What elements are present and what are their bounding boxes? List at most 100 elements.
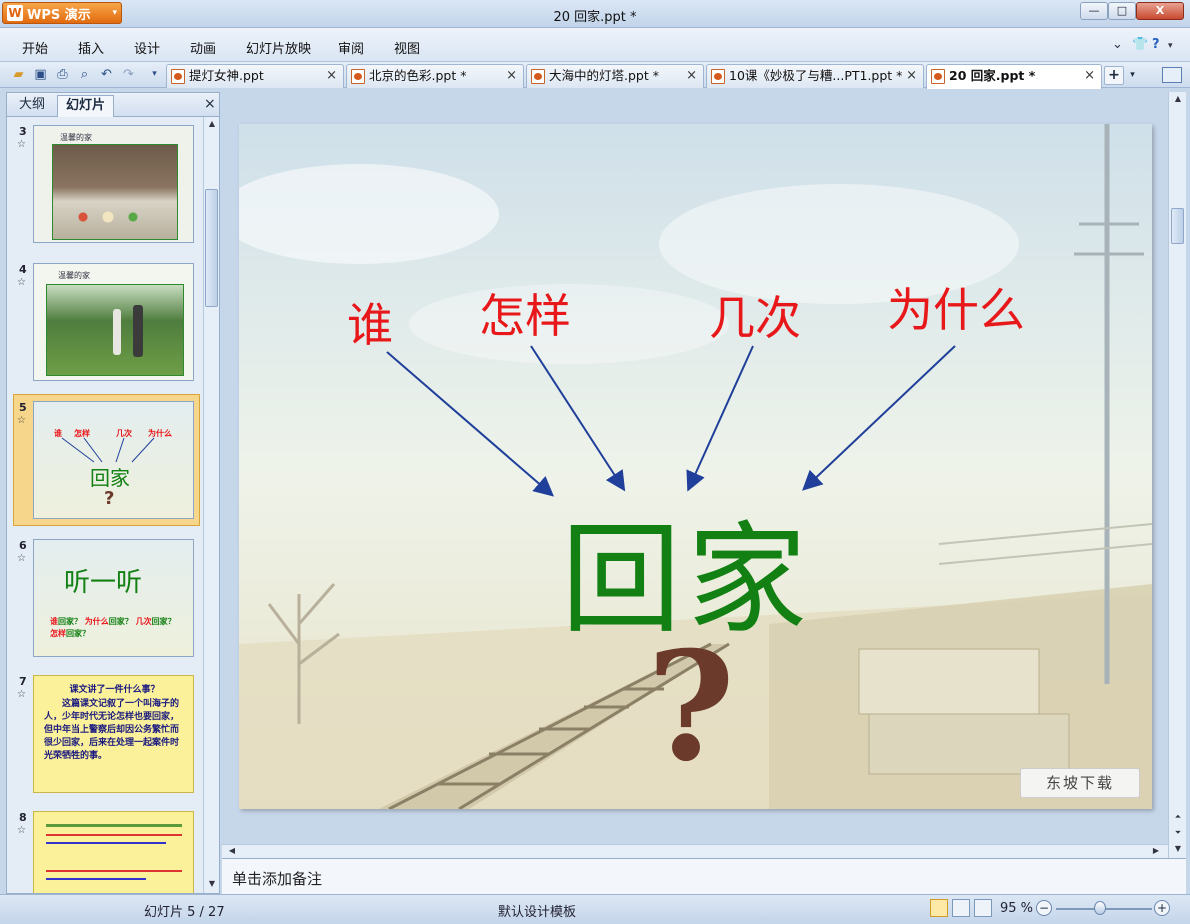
slide-number: 6: [19, 539, 27, 552]
thumb-heading-line: [46, 824, 182, 827]
menu-design[interactable]: 设计: [134, 38, 160, 57]
slide-number: 7: [19, 675, 27, 688]
scrollbar-thumb[interactable]: [205, 189, 218, 307]
tab-close-icon[interactable]: ×: [1084, 65, 1095, 87]
scroll-up-icon[interactable]: ▲: [1169, 94, 1187, 103]
dishes-image: [63, 207, 163, 227]
tab-document-4[interactable]: 10课《妙极了与糟...PT1.ppt * ×: [706, 64, 924, 88]
undo-icon[interactable]: ↶: [98, 66, 115, 83]
shirt-icon[interactable]: 👕: [1132, 37, 1148, 52]
window-title: 20 回家.ppt *: [553, 10, 637, 25]
editor-horizontal-scrollbar[interactable]: ◀ ▶: [222, 844, 1168, 858]
close-window-button[interactable]: X: [1136, 2, 1184, 20]
thumb-word: 谁: [50, 617, 58, 626]
menu-animation[interactable]: 动画: [190, 38, 216, 57]
help-icon[interactable]: ?: [1152, 37, 1160, 52]
slide-sorter-view-icon[interactable]: [952, 899, 970, 917]
slide-editor: 谁 怎样 几次 为什么 回家 ? 东坡下载: [222, 92, 1168, 844]
chevron-down-icon[interactable]: ⌄: [1112, 37, 1123, 52]
panel-tabs: 大纲 幻灯片 ×: [7, 93, 219, 117]
thumb-questions-line-2: 怎样回家？: [50, 628, 90, 639]
thumb-text-line: [46, 878, 146, 880]
tab-close-icon[interactable]: ×: [506, 65, 517, 87]
question-word-who[interactable]: 谁: [347, 289, 393, 355]
menu-home[interactable]: 开始: [22, 38, 48, 57]
tab-list-dropdown-icon[interactable]: ▾: [1126, 66, 1139, 85]
wps-app-menu-button[interactable]: W WPS 演示 ▾: [2, 2, 122, 24]
close-panel-icon[interactable]: ×: [204, 96, 216, 112]
normal-view-icon[interactable]: [930, 899, 948, 917]
thumb-text-line: [46, 842, 166, 844]
minimize-button[interactable]: —: [1080, 2, 1108, 20]
menu-insert[interactable]: 插入: [78, 38, 104, 57]
tab-close-icon[interactable]: ×: [906, 65, 917, 87]
scroll-left-icon[interactable]: ◀: [224, 846, 240, 855]
help-dropdown-icon[interactable]: ▾: [1168, 41, 1173, 51]
previous-slide-icon[interactable]: ⏶: [1169, 812, 1187, 822]
save-icon[interactable]: ▣: [32, 66, 49, 83]
zoom-slider-knob[interactable]: [1094, 901, 1106, 915]
thumb-body-text: 这篇课文记叙了一个叫海子的人，少年时代无论怎样也要回家，但中年当上警察后却因公务…: [44, 699, 180, 761]
question-word-why[interactable]: 为什么: [887, 274, 1025, 340]
thumb-questions-line-1: 谁回家？ 为什么回家？ 几次回家？: [50, 616, 176, 627]
design-template-name: 默认设计模板: [498, 905, 577, 920]
tab-close-icon[interactable]: ×: [686, 65, 697, 87]
menu-view[interactable]: 视图: [394, 38, 420, 57]
person-figure: [113, 309, 121, 355]
thumbnail-scrollbar[interactable]: ▲ ▼: [203, 117, 219, 893]
new-tab-button[interactable]: +: [1104, 66, 1124, 85]
tab-label: 10课《妙极了与糟...PT1.ppt *: [729, 68, 903, 83]
layout-toggle-icon[interactable]: [1162, 67, 1182, 83]
slide-thumbnail-6[interactable]: 听一听 谁回家？ 为什么回家？ 几次回家？ 怎样回家？: [33, 539, 194, 657]
transition-star-icon: ☆: [17, 415, 26, 426]
slide-number: 4: [19, 263, 27, 276]
maximize-button[interactable]: □: [1108, 2, 1136, 20]
tab-document-3[interactable]: 大海中的灯塔.ppt * ×: [526, 64, 704, 88]
slide-thumbnail-3[interactable]: 温馨的家: [33, 125, 194, 243]
thumb-word: 回家？: [151, 617, 176, 626]
thumb-word: 怎样: [50, 629, 66, 638]
ppt-file-icon: [711, 69, 725, 84]
question-mark-graphic[interactable]: ?: [647, 619, 735, 795]
notes-placeholder[interactable]: 单击添加备注: [232, 868, 322, 889]
thumb-word: 回家？: [66, 629, 90, 638]
scroll-up-icon[interactable]: ▲: [204, 119, 220, 128]
thumb-text-line: [46, 870, 182, 872]
notes-pane[interactable]: 单击添加备注: [222, 858, 1186, 894]
slide-thumbnail-4[interactable]: 温馨的家: [33, 263, 194, 381]
scroll-right-icon[interactable]: ▶: [1148, 846, 1164, 855]
tab-document-5-active[interactable]: 20 回家.ppt * ×: [926, 64, 1102, 89]
customize-icon[interactable]: ▾: [146, 66, 163, 83]
scrollbar-thumb[interactable]: [1171, 208, 1184, 244]
open-icon[interactable]: ▰: [10, 66, 27, 83]
transition-star-icon: ☆: [17, 277, 26, 288]
next-slide-icon[interactable]: ⏷: [1169, 828, 1187, 838]
redo-icon[interactable]: ↷: [120, 66, 137, 83]
slide-thumbnail-5[interactable]: 谁 怎样 几次 为什么 回家 ?: [33, 401, 194, 519]
question-word-how-many-times[interactable]: 几次: [709, 282, 801, 348]
question-word-how[interactable]: 怎样: [479, 280, 571, 346]
zoom-out-button[interactable]: −: [1036, 900, 1052, 916]
slide-thumbnail-list: 3 ☆ 温馨的家 4 ☆ 温馨的家 5 ☆ 谁 怎样 几次 为什么 回家 ? 6…: [7, 117, 203, 893]
status-bar: 幻灯片 5 / 27 默认设计模板 95 % − +: [0, 894, 1190, 924]
tab-outline[interactable]: 大纲: [11, 95, 53, 117]
tab-document-1[interactable]: 提灯女神.ppt ×: [166, 64, 344, 88]
slideshow-view-icon[interactable]: [974, 899, 992, 917]
slide-thumbnail-7[interactable]: 课文讲了一件什么事？ 这篇课文记叙了一个叫海子的人，少年时代无论怎样也要回家，但…: [33, 675, 194, 793]
scroll-down-icon[interactable]: ▼: [1169, 844, 1187, 853]
zoom-level: 95 %: [1000, 901, 1034, 916]
print-preview-icon[interactable]: ⌕: [76, 66, 93, 83]
slide-thumbnail-8[interactable]: [33, 811, 194, 893]
tab-slides[interactable]: 幻灯片: [57, 95, 115, 117]
menu-slideshow[interactable]: 幻灯片放映: [246, 38, 311, 57]
print-icon[interactable]: ⎙: [54, 66, 71, 83]
scroll-down-icon[interactable]: ▼: [204, 879, 220, 888]
tab-document-2[interactable]: 北京的色彩.ppt * ×: [346, 64, 524, 88]
thumb-main-title: 听一听: [64, 568, 143, 598]
tab-close-icon[interactable]: ×: [326, 65, 337, 87]
zoom-in-button[interactable]: +: [1154, 900, 1170, 916]
wps-logo-icon: W: [7, 5, 23, 21]
editor-vertical-scrollbar[interactable]: ▲ ⏶ ⏷ ▼: [1168, 92, 1186, 858]
current-slide[interactable]: 谁 怎样 几次 为什么 回家 ? 东坡下载: [239, 124, 1152, 809]
menu-review[interactable]: 审阅: [338, 38, 364, 57]
